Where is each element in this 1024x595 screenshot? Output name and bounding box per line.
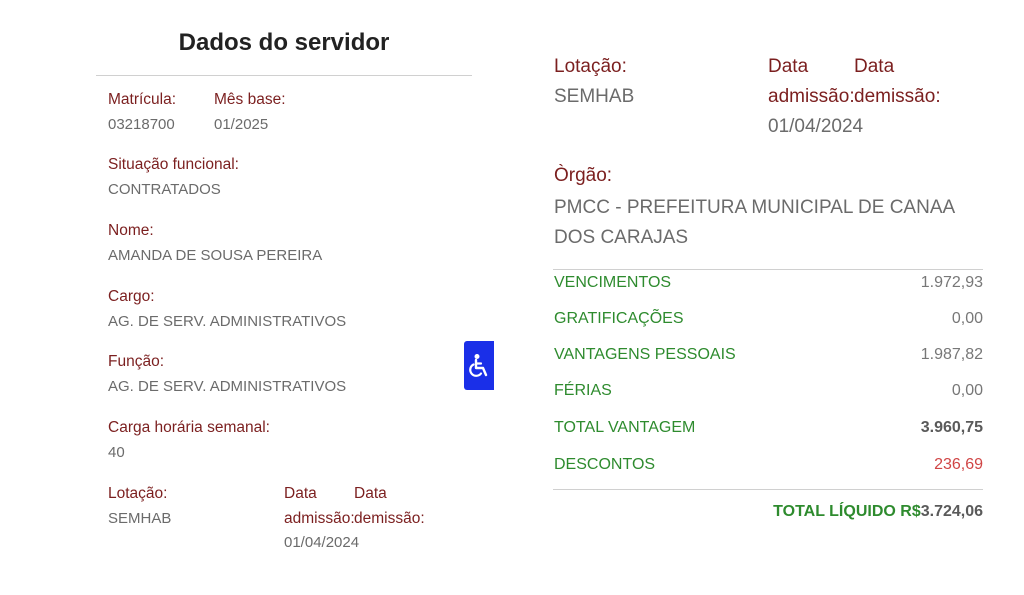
title-divider (96, 75, 472, 76)
r-lotacao-value: SEMHAB (554, 86, 635, 107)
total-liquido-label: TOTAL LÍQUIDO R$ (773, 503, 921, 520)
row-gratificacoes-label: GRATIFICAÇÕES (554, 310, 684, 327)
row-vantagens-pessoais-value: 1.987,82 (920, 346, 983, 363)
cargo-value: AG. DE SERV. ADMINISTRATIVOS (108, 313, 347, 330)
page-title: Dados do servidor (178, 29, 390, 56)
table-top-divider (553, 269, 983, 270)
row-total-vantagem-value: 3.960,75 (920, 419, 983, 436)
row-vencimentos-label: VENCIMENTOS (554, 274, 672, 291)
row-vantagens-pessoais-label: VANTAGENS PESSOAIS (554, 346, 736, 363)
cargo-label: Cargo: (108, 288, 155, 305)
row-ferias-label: FÉRIAS (554, 382, 612, 399)
situacao-label: Situação funcional: (108, 156, 239, 173)
lotacao-value: SEMHAB (108, 510, 172, 527)
data-admissao-value: 01/04/2024 (284, 534, 360, 551)
r-data-demissao-label-bottom: demissão: (854, 86, 941, 107)
total-liquido-value: 3.724,06 (920, 503, 983, 520)
lotacao-label: Lotação: (108, 485, 168, 502)
mes-base-value: 01/2025 (214, 116, 269, 133)
row-total-vantagem-label: TOTAL VANTAGEM (554, 419, 696, 436)
row-vencimentos-value: 1.972,93 (920, 274, 983, 291)
r-lotacao-label: Lotação: (554, 56, 627, 77)
carga-value: 40 (108, 444, 125, 461)
r-data-admissao-label-top: Data (768, 56, 809, 77)
data-admissao-label-bottom: admissão: (284, 510, 355, 527)
data-demissao-label-bottom: demissão: (354, 510, 425, 527)
data-demissao-label-top: Data (354, 485, 387, 502)
r-data-admissao-label-bottom: admissão: (768, 86, 855, 107)
row-gratificacoes-value: 0,00 (951, 310, 983, 327)
matricula-value: 03218700 (108, 116, 175, 133)
matricula-label: Matrícula: (108, 91, 177, 108)
carga-label: Carga horária semanal: (108, 419, 270, 436)
r-data-admissao-value: 01/04/2024 (768, 116, 864, 137)
funcao-value: AG. DE SERV. ADMINISTRATIVOS (108, 378, 347, 395)
wheelchair-icon (468, 353, 490, 379)
nome-value: AMANDA DE SOUSA PEREIRA (108, 247, 323, 264)
total-liquido: TOTAL LÍQUIDO R$3.724,06 (773, 503, 983, 521)
nome-label: Nome: (108, 222, 154, 239)
row-ferias-value: 0,00 (951, 382, 983, 399)
orgao-value: PMCC - PREFEITURA MUNICIPAL DE CANAA DOS… (554, 197, 955, 248)
orgao-label: Òrgão: (554, 165, 613, 186)
mes-base-label: Mês base: (214, 91, 286, 108)
table-bottom-divider (553, 489, 983, 490)
data-admissao-label-top: Data (284, 485, 317, 502)
r-data-demissao-label-top: Data (854, 56, 895, 77)
row-descontos-label: DESCONTOS (554, 456, 656, 473)
funcao-label: Função: (108, 353, 165, 370)
row-descontos-value: 236,69 (934, 456, 983, 473)
situacao-value: CONTRATADOS (108, 181, 221, 198)
accessibility-button[interactable] (464, 341, 494, 390)
